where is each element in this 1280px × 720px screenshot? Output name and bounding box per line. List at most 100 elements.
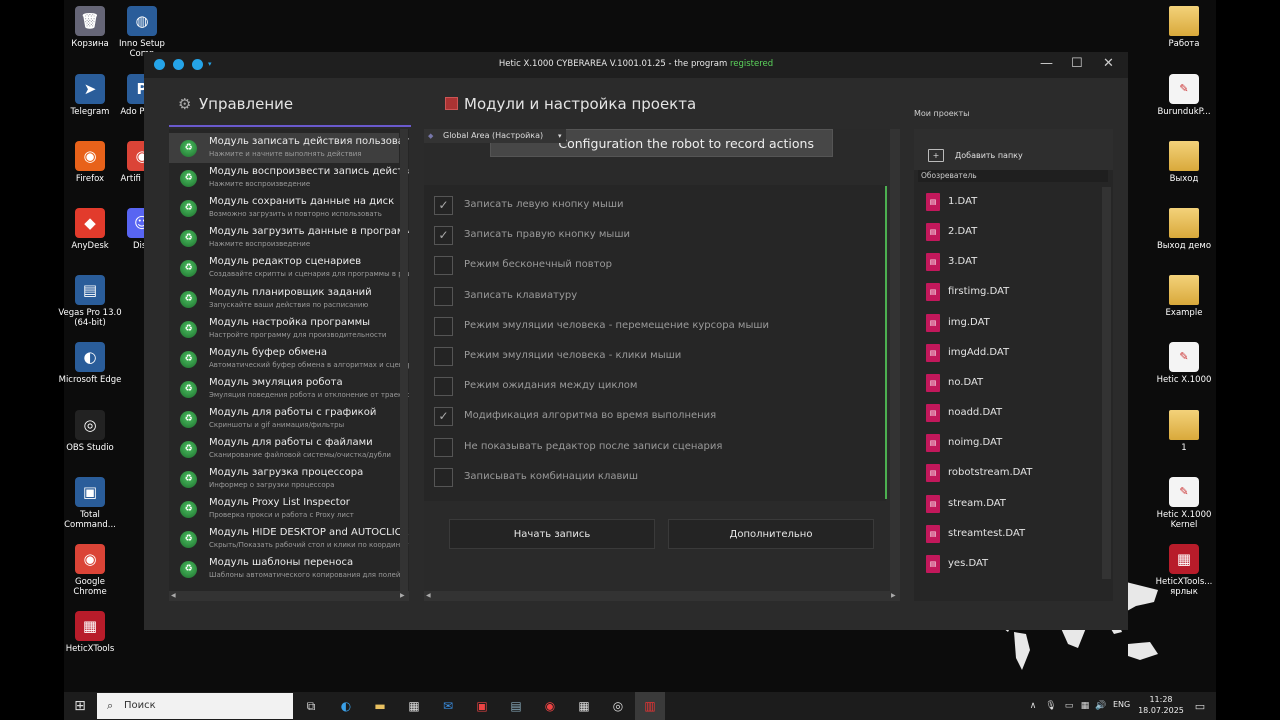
desktop-icon[interactable]: ✎ BurundukP... bbox=[1152, 70, 1216, 117]
option-checkbox[interactable]: ✓ bbox=[434, 407, 453, 427]
desktop-icon[interactable]: 1 bbox=[1152, 406, 1216, 453]
hetic-taskbar-icon[interactable]: ▥ bbox=[635, 692, 665, 720]
module-item[interactable]: ♻ Модуль шаблоны переноса Шаблоны автомати… bbox=[169, 554, 407, 584]
outlook-taskbar-icon[interactable]: ✉ bbox=[434, 692, 462, 720]
project-file-item[interactable]: ▤ img.DAT bbox=[926, 313, 1096, 335]
option-checkbox[interactable] bbox=[434, 377, 453, 397]
dat-file-icon: ▤ bbox=[926, 253, 940, 272]
calculator-taskbar-icon[interactable]: ▦ bbox=[570, 692, 598, 720]
module-item[interactable]: ♻ Модуль для работы с графикой Скриншоты и… bbox=[169, 404, 399, 434]
maximize-button[interactable]: ☐ bbox=[1071, 56, 1083, 71]
task-view-icon[interactable]: ⧉ bbox=[297, 692, 325, 720]
option-checkbox[interactable]: ✓ bbox=[434, 226, 453, 246]
project-file-item[interactable]: ▤ streamtest.DAT bbox=[926, 524, 1096, 546]
option-checkbox[interactable] bbox=[434, 347, 453, 366]
explorer-taskbar-icon[interactable]: ▬ bbox=[366, 692, 394, 720]
modules-horizontal-scrollbar[interactable] bbox=[169, 591, 409, 601]
module-item[interactable]: ♻ Модуль буфер обмена Автоматический буфер… bbox=[169, 344, 409, 374]
project-file-item[interactable]: ▤ 3.DAT bbox=[926, 252, 1096, 274]
desktop-icon[interactable]: ▤ Vegas Pro 13.0 (64-bit) bbox=[58, 271, 122, 328]
option-checkbox[interactable] bbox=[434, 256, 453, 276]
desktop-icon[interactable]: Example bbox=[1152, 271, 1216, 318]
module-item[interactable]: ♻ Модуль редактор сценариев Создавайте скр… bbox=[169, 253, 409, 283]
module-item[interactable]: ♻ Модуль загрузить данные в программу Нажм… bbox=[169, 223, 409, 253]
option-checkbox[interactable] bbox=[434, 467, 453, 487]
more-button[interactable]: Дополнительно bbox=[668, 519, 874, 549]
start-recording-button[interactable]: Начать запись bbox=[449, 519, 655, 549]
scroll-right-icon[interactable]: ▶ bbox=[400, 592, 405, 599]
desktop-icon[interactable]: ◉ Google Chrome bbox=[58, 540, 122, 597]
option-label: Не показывать редактор после записи сцен… bbox=[464, 440, 723, 452]
option-checkbox[interactable] bbox=[434, 286, 453, 306]
project-file-item[interactable]: ▤ noadd.DAT bbox=[926, 403, 1096, 425]
dat-file-icon: ▤ bbox=[926, 343, 940, 362]
close-button[interactable]: ✕ bbox=[1103, 56, 1114, 71]
language-indicator[interactable]: ENG bbox=[1113, 700, 1130, 709]
project-file-item[interactable]: ▤ imgAdd.DAT bbox=[926, 343, 1096, 365]
project-file-item[interactable]: ▤ yes.DAT bbox=[926, 554, 1096, 576]
taskbar-search[interactable]: ⌕ Поиск bbox=[97, 693, 293, 719]
settings-vertical-scrollbar[interactable] bbox=[890, 129, 900, 591]
project-file-item[interactable]: ▤ robotstream.DAT bbox=[926, 463, 1096, 485]
modules-vertical-scrollbar[interactable] bbox=[400, 129, 408, 591]
module-item[interactable]: ♻ Модуль планировщик заданий Запускайте ва… bbox=[169, 284, 399, 314]
floppy-taskbar-icon[interactable]: ▤ bbox=[502, 692, 530, 720]
option-checkbox[interactable] bbox=[434, 316, 453, 336]
scroll-left-icon[interactable]: ◀ bbox=[171, 592, 176, 599]
settings-scroll-left-icon[interactable]: ◀ bbox=[426, 592, 431, 599]
network-icon[interactable]: ▦ bbox=[1078, 692, 1092, 720]
desktop-icon[interactable]: ▣ Total Command... bbox=[58, 473, 122, 530]
desktop-icon[interactable]: ▦ HeticXTools bbox=[58, 607, 122, 654]
desktop-icon[interactable]: ✎ Hetic X.1000 bbox=[1152, 338, 1216, 385]
area-combo[interactable]: ◆ Global Area (Настройка) ▾ bbox=[424, 129, 566, 143]
projects-vertical-scrollbar[interactable] bbox=[1102, 187, 1111, 579]
desktop-icon[interactable]: Выход bbox=[1152, 137, 1216, 184]
module-item[interactable]: ♻ Модуль HIDE DESKTOP and AUTOCLICKER Скры… bbox=[169, 524, 409, 554]
settings-horizontal-scrollbar[interactable] bbox=[424, 591, 900, 601]
desktop-icon[interactable]: ◍ Inno Setup Comp bbox=[110, 2, 174, 59]
edge-taskbar-icon[interactable]: ◐ bbox=[332, 692, 360, 720]
module-item[interactable]: ♻ Модуль записать действия пользователя На… bbox=[169, 133, 409, 163]
title-bar[interactable]: ▾ Hetic X.1000 CYBERAREA V.1001.01.25 - … bbox=[144, 52, 1128, 78]
module-item[interactable]: ♻ Модуль эмуляция робота Эмуляция поведени… bbox=[169, 374, 409, 404]
module-item[interactable]: ♻ Модуль для работы с файлами Сканирование… bbox=[169, 434, 399, 464]
desktop-icon[interactable]: Работа bbox=[1152, 2, 1216, 49]
add-folder-button[interactable]: Добавить папку bbox=[955, 151, 1023, 160]
option-checkbox[interactable] bbox=[434, 437, 453, 457]
option-checkbox[interactable]: ✓ bbox=[434, 196, 453, 215]
project-file-item[interactable]: ▤ 2.DAT bbox=[926, 222, 1096, 244]
tray-chevron-icon[interactable]: ∧ bbox=[1026, 692, 1040, 720]
project-file-item[interactable]: ▤ stream.DAT bbox=[926, 494, 1096, 516]
module-item[interactable]: ♻ Модуль загрузка процессора Информер о за… bbox=[169, 464, 399, 494]
desktop-icon[interactable]: ◐ Microsoft Edge bbox=[58, 338, 122, 385]
project-file-item[interactable]: ▤ 1.DAT bbox=[926, 192, 1096, 214]
store-taskbar-icon[interactable]: ▦ bbox=[400, 692, 428, 720]
clock[interactable]: 11:28 18.07.2025 bbox=[1138, 694, 1184, 716]
app-taskbar-icon[interactable]: ▣ bbox=[468, 692, 496, 720]
notifications-icon[interactable]: ▭ bbox=[1186, 692, 1214, 720]
project-file-item[interactable]: ▤ no.DAT bbox=[926, 373, 1096, 395]
project-file-item[interactable]: ▤ firstimg.DAT bbox=[926, 282, 1096, 304]
dat-file-icon: ▤ bbox=[926, 283, 940, 302]
minimize-button[interactable]: — bbox=[1040, 56, 1053, 71]
microphone-icon[interactable]: 🎙 bbox=[1044, 692, 1058, 720]
options-scrollbar[interactable] bbox=[885, 186, 887, 499]
chrome-taskbar-icon[interactable]: ◉ bbox=[536, 692, 564, 720]
settings-scroll-right-icon[interactable]: ▶ bbox=[891, 592, 896, 599]
desktop-icon[interactable]: ✎ Hetic X.1000 Kernel bbox=[1152, 473, 1216, 530]
registered-status: registered bbox=[729, 59, 774, 69]
project-file-item[interactable]: ▤ noimg.DAT bbox=[926, 433, 1096, 455]
desktop-icon[interactable]: ◎ OBS Studio bbox=[58, 406, 122, 453]
device-icon[interactable]: ▭ bbox=[1062, 692, 1076, 720]
obs-taskbar-icon[interactable]: ◎ bbox=[604, 692, 632, 720]
volume-icon[interactable]: 🔊 bbox=[1094, 692, 1108, 720]
module-item[interactable]: ♻ Модуль сохранить данные на диск Возможно… bbox=[169, 193, 399, 223]
module-item[interactable]: ♻ Модуль Proxy List Inspector Проверка про… bbox=[169, 494, 399, 524]
folder-add-icon[interactable]: + bbox=[928, 149, 944, 162]
option-row: Режим эмуляции человека - перемещение ку… bbox=[434, 316, 874, 337]
module-item[interactable]: ♻ Модуль настройка программы Настройте про… bbox=[169, 314, 399, 344]
windows-start-icon[interactable]: ⊞ bbox=[66, 692, 94, 720]
desktop-icon[interactable]: Выход демо bbox=[1152, 204, 1216, 251]
file-name: streamtest.DAT bbox=[948, 527, 1026, 539]
module-item[interactable]: ♻ Модуль воспроизвести запись действий Наж… bbox=[169, 163, 409, 193]
